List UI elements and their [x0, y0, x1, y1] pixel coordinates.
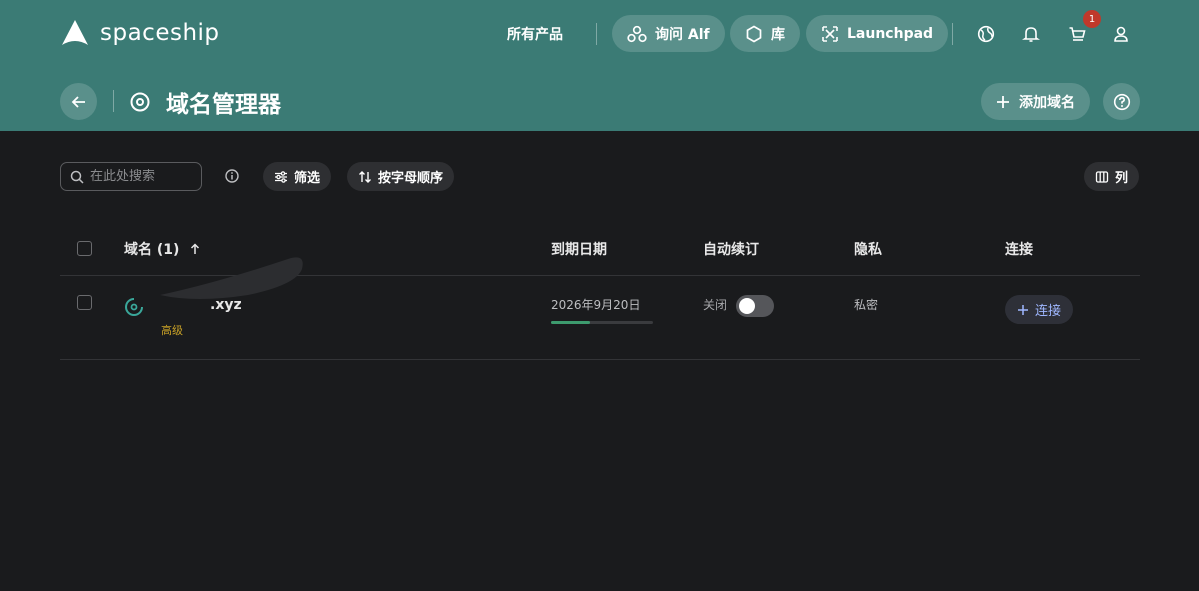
- library-button[interactable]: 库: [730, 15, 800, 52]
- page-title: 域名管理器: [166, 92, 281, 118]
- search-icon: [70, 170, 84, 184]
- all-products-link[interactable]: 所有产品: [507, 24, 563, 44]
- filter-label: 筛选: [294, 171, 321, 186]
- sort-arrows-icon: [359, 170, 371, 183]
- tier-badge: 高级: [161, 324, 183, 337]
- top-header: spaceship 所有产品 询问 Alf 库 Launchpad 1 域名管理…: [0, 0, 1199, 131]
- expiry-date: 2026年9月20日: [551, 298, 641, 312]
- plus-icon: [1018, 304, 1028, 315]
- spaceship-logo[interactable]: spaceship: [60, 18, 220, 48]
- cart-count-badge: 1: [1083, 10, 1101, 28]
- header-divider: [952, 23, 953, 45]
- connect-label: 连接: [1035, 304, 1062, 319]
- connect-button[interactable]: 连接: [1005, 295, 1074, 324]
- search-input[interactable]: [90, 169, 195, 184]
- row-divider: [60, 359, 1140, 360]
- row-checkbox[interactable]: [77, 295, 92, 310]
- privacy-status: 私密: [854, 298, 879, 312]
- column-header-expiry[interactable]: 到期日期: [551, 239, 607, 259]
- columns-button[interactable]: 列: [1084, 162, 1140, 191]
- help-button[interactable]: [1103, 83, 1140, 120]
- back-button[interactable]: [60, 83, 97, 120]
- redaction-mark: [160, 257, 303, 299]
- user-account-icon[interactable]: [1110, 23, 1132, 45]
- hexagon-icon: [746, 25, 762, 42]
- expiry-progress-bar: [551, 321, 653, 324]
- library-label: 库: [771, 26, 785, 43]
- title-divider: [113, 90, 114, 112]
- select-all-checkbox[interactable]: [77, 241, 92, 256]
- add-domain-label: 添加域名: [1019, 94, 1075, 111]
- spaceship-logo-icon: [62, 20, 88, 45]
- columns-icon: [1095, 170, 1109, 183]
- auto-renew-toggle[interactable]: [736, 295, 774, 317]
- column-header-connect[interactable]: 连接: [1005, 239, 1033, 259]
- toggle-knob: [739, 298, 755, 314]
- filter-sliders-icon: [275, 170, 287, 183]
- search-box[interactable]: [60, 162, 202, 191]
- column-header-auto-renew[interactable]: 自动续订: [703, 239, 759, 259]
- logo-text: spaceship: [100, 20, 220, 46]
- notifications-bell-icon[interactable]: [1020, 23, 1042, 45]
- domain-manager-icon: [130, 92, 150, 112]
- launchpad-label: Launchpad: [847, 25, 934, 42]
- plus-icon: [997, 95, 1009, 108]
- info-icon[interactable]: [224, 168, 240, 184]
- auto-renew-status: 关闭: [703, 298, 728, 312]
- domain-status-icon: [125, 298, 143, 316]
- ask-alf-label: 询问 Alf: [655, 26, 710, 43]
- column-header-privacy[interactable]: 隐私: [854, 239, 882, 259]
- header-divider: [596, 23, 597, 45]
- sort-ascending-icon: [191, 243, 200, 254]
- ask-alf-button[interactable]: 询问 Alf: [612, 15, 725, 52]
- add-domain-button[interactable]: 添加域名: [981, 83, 1090, 120]
- alf-icon: [627, 25, 647, 42]
- cart-icon[interactable]: [1066, 23, 1088, 45]
- language-globe-icon[interactable]: [975, 23, 997, 45]
- filter-button[interactable]: 筛选: [263, 162, 332, 191]
- launchpad-button[interactable]: Launchpad: [806, 15, 949, 52]
- sort-button[interactable]: 按字母顺序: [347, 162, 455, 191]
- arrow-left-icon: [71, 95, 85, 108]
- columns-label: 列: [1115, 171, 1129, 186]
- sort-label: 按字母顺序: [378, 171, 444, 186]
- expiry-progress-fill: [551, 321, 590, 324]
- launchpad-icon: [822, 25, 838, 42]
- help-question-icon: [1113, 93, 1130, 110]
